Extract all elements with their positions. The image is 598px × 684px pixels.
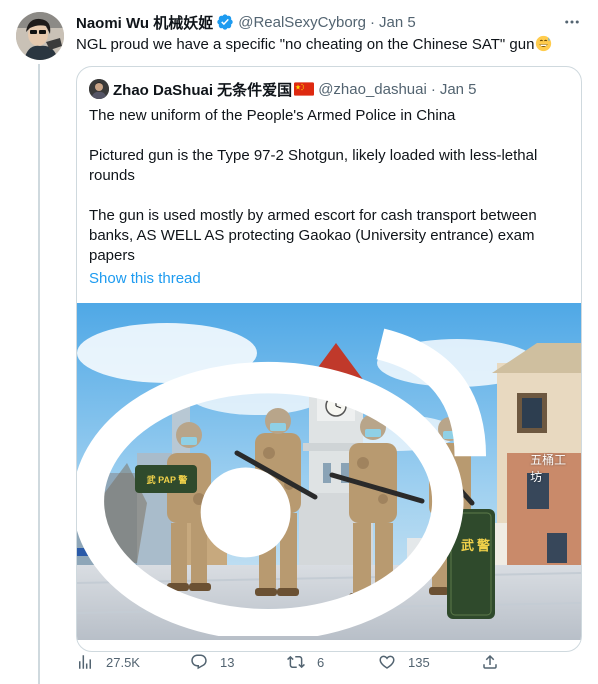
tweet-text-content: NGL proud we have a specific "no cheatin… xyxy=(76,36,535,53)
retweet-count: 6 xyxy=(317,654,325,670)
watermark-text: 五桶工坊 xyxy=(530,452,567,484)
tweet-date[interactable]: Jan 5 xyxy=(379,14,416,31)
quoted-tweet-image[interactable]: 武 PAP 警 武 警 五桶工坊 xyxy=(77,303,581,640)
author-avatar[interactable] xyxy=(16,12,64,60)
quoted-author-handle[interactable]: @zhao_dashuai xyxy=(318,81,427,98)
quoted-tweet-text: The new uniform of the People's Armed Po… xyxy=(89,106,559,266)
separator-dot: · xyxy=(370,13,376,31)
quoted-tweet-header: Zhao DaShuai 无条件爱国 @zhao_dashuai · Jan 5 xyxy=(89,79,477,99)
tweet: Naomi Wu 机械妖姬 @RealSexyCyborg · Jan 5 NG… xyxy=(76,12,586,652)
grinning-sweat-emoji-icon xyxy=(535,35,552,52)
tweet-text: NGL proud we have a specific "no cheatin… xyxy=(76,35,586,55)
quoted-paragraph-3: The gun is used mostly by armed escort f… xyxy=(89,207,537,264)
author-name[interactable]: Naomi Wu 机械妖姬 xyxy=(76,12,213,33)
weibo-icon xyxy=(77,328,487,636)
author-handle[interactable]: @RealSexyCyborg xyxy=(238,14,366,31)
quoted-paragraph-1: The new uniform of the People's Armed Po… xyxy=(89,107,456,124)
tweet-actions: 27.5K 13 6 135 xyxy=(76,652,506,672)
reply-icon xyxy=(191,654,207,670)
quoted-paragraph-2: Pictured gun is the Type 97-2 Shotgun, l… xyxy=(89,147,538,184)
reply-button[interactable]: 13 xyxy=(190,652,234,672)
quoted-tweet-date[interactable]: Jan 5 xyxy=(440,81,477,98)
quoted-tweet[interactable]: Zhao DaShuai 无条件爱国 @zhao_dashuai · Jan 5… xyxy=(76,66,582,652)
china-flag-icon xyxy=(294,82,315,96)
verified-badge-icon xyxy=(216,13,234,31)
share-button[interactable] xyxy=(481,652,511,672)
show-thread-link[interactable]: Show this thread xyxy=(89,270,201,287)
like-button[interactable]: 135 xyxy=(378,652,430,672)
quoted-separator-dot: · xyxy=(430,80,436,98)
quoted-author-name[interactable]: Zhao DaShuai 无条件爱国 xyxy=(113,79,292,100)
views-count: 27.5K xyxy=(106,654,140,670)
heart-icon xyxy=(379,655,395,669)
views-button[interactable]: 27.5K xyxy=(76,652,140,672)
retweet-icon xyxy=(287,655,305,669)
retweet-button[interactable]: 6 xyxy=(287,652,324,672)
thread-line xyxy=(38,64,40,684)
image-watermark: 五桶工坊 xyxy=(77,299,575,636)
like-count: 135 xyxy=(408,654,430,670)
tweet-header: Naomi Wu 机械妖姬 @RealSexyCyborg · Jan 5 xyxy=(76,12,586,32)
quoted-author-avatar[interactable] xyxy=(89,79,109,99)
more-options-icon[interactable] xyxy=(562,12,582,32)
views-chart-icon xyxy=(79,655,91,669)
share-icon xyxy=(483,654,497,669)
reply-count: 13 xyxy=(220,654,235,670)
